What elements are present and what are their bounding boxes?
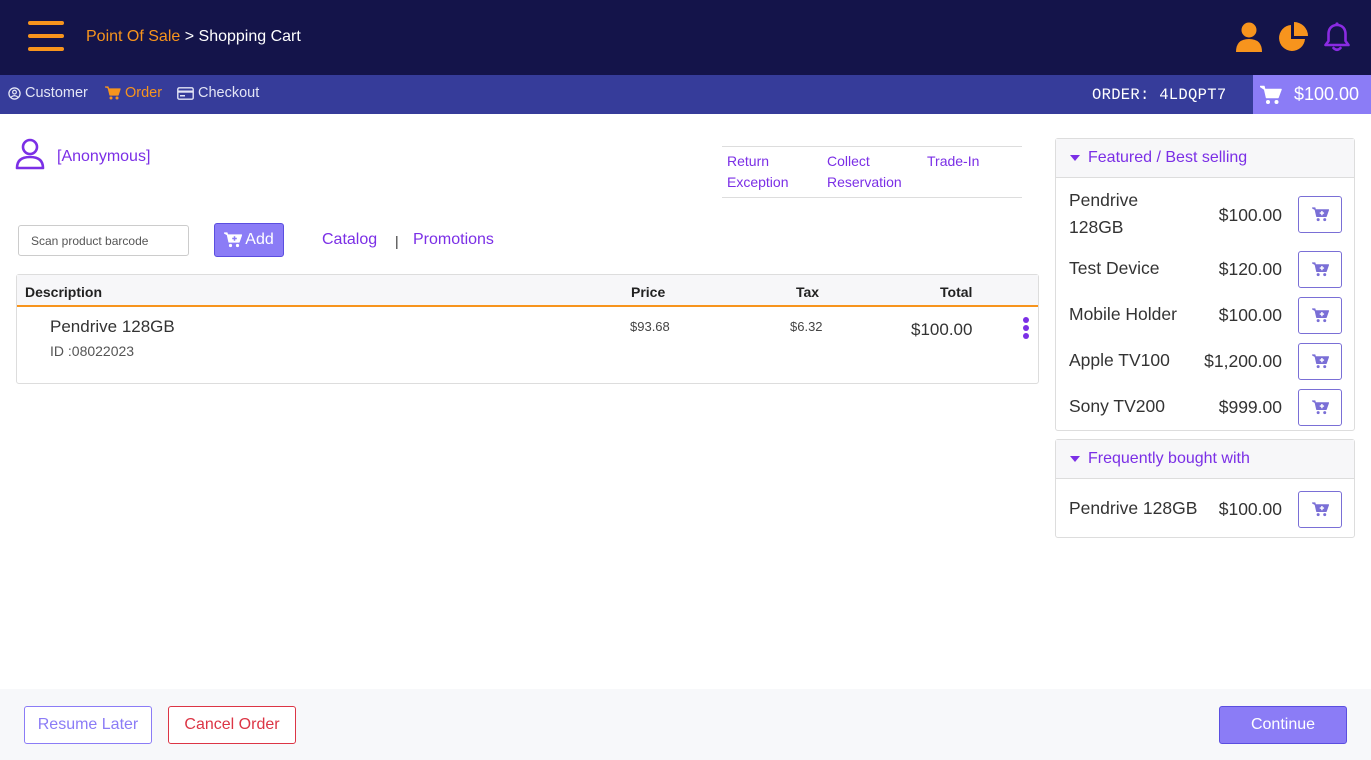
footer-bar: Resume Later Cancel Order Continue [0,689,1371,760]
cart-plus-icon [1311,308,1329,323]
add-to-cart-button[interactable] [1298,251,1342,288]
cart-icon [105,86,121,100]
customer-selector[interactable]: [Anonymous] [15,138,150,170]
featured-panel-header[interactable]: Featured / Best selling [1056,139,1354,178]
product-price: $100.00 [1218,205,1282,225]
row-price: $93.68 [630,319,670,334]
breadcrumb: Point Of Sale > Shopping Cart [86,28,301,46]
collect-reservation-link[interactable]: Collect Reservation [827,151,902,193]
cart-icon [1260,85,1282,104]
return-exception-line2: Exception [727,174,789,190]
collect-reservation-line1: Collect [827,153,870,169]
bell-icon[interactable] [1323,22,1351,52]
product-name: Mobile Holder [1069,304,1177,324]
top-header: Point Of Sale > Shopping Cart [0,0,1371,75]
credit-card-icon [177,86,194,100]
cart-plus-icon [1311,207,1329,222]
row-tax: $6.32 [790,319,823,334]
row-product-id: ID :08022023 [50,343,135,359]
return-exception-link[interactable]: Return Exception [727,151,788,193]
column-description: Description [25,284,103,300]
row-product-name: Pendrive 128GB [50,317,175,336]
add-to-cart-button[interactable] [1298,491,1342,528]
pie-chart-icon[interactable] [1277,21,1309,53]
cart-table: Description Price Tax Total Pendrive 128… [16,274,1039,384]
frequently-bought-header[interactable]: Frequently bought with [1056,440,1354,479]
promotions-link[interactable]: Promotions [413,231,494,249]
nav-checkout-label: Checkout [198,85,260,101]
cart-plus-icon [224,232,243,248]
column-price: Price [631,284,666,300]
cart-plus-icon [1311,262,1329,277]
column-total: Total [940,284,973,300]
nav-order-label: Order [125,85,163,101]
cart-plus-icon [1311,354,1329,369]
add-to-cart-button[interactable] [1298,196,1342,233]
customer-name: [Anonymous] [57,148,151,165]
add-to-cart-button[interactable] [1298,297,1342,334]
header-icons [1235,20,1351,54]
breadcrumb-separator: > [184,28,195,45]
catalog-link[interactable]: Catalog [322,231,377,249]
cart-plus-icon [1311,400,1329,415]
nav-order[interactable]: Order [105,85,162,101]
cart-table-header: Description Price Tax Total [17,275,1038,307]
user-icon[interactable] [1235,22,1263,52]
nav-customer-label: Customer [25,85,88,101]
product-name: Pendrive 128GB [1069,498,1198,518]
user-outline-icon [15,138,45,170]
cart-total-amount: $100.00 [1294,84,1360,104]
add-button-label: Add [245,231,274,248]
featured-panel: Featured / Best selling Pendrive 128GB $… [1055,138,1355,431]
frequently-bought-title: Frequently bought with [1088,450,1250,467]
cancel-order-button[interactable]: Cancel Order [168,706,296,744]
barcode-input[interactable] [18,225,189,256]
caret-down-icon [1070,155,1080,161]
add-to-cart-button[interactable] [1298,389,1342,426]
more-vertical-icon[interactable] [1022,315,1030,341]
frequently-bought-panel: Frequently bought with Pendrive 128GB $1… [1055,439,1355,538]
return-exception-line1: Return [727,153,770,169]
product-price: $999.00 [1218,397,1282,417]
cart-total-button[interactable]: $100.00 [1253,75,1371,114]
sub-navigation: Customer Order Checkout ORDER: 4LDQPT7 $… [0,75,1371,114]
collect-reservation-line2: Reservation [827,174,902,190]
nav-customer[interactable]: Customer [8,85,88,101]
breadcrumb-current: Shopping Cart [198,28,301,45]
product-name: Apple TV100 [1069,350,1170,370]
featured-title: Featured / Best selling [1088,149,1248,166]
product-name: Test Device [1069,258,1160,278]
resume-later-button[interactable]: Resume Later [24,706,152,744]
add-to-cart-button[interactable] [1298,343,1342,380]
nav-checkout[interactable]: Checkout [177,85,259,101]
cart-plus-icon [1311,502,1329,517]
breadcrumb-point-of-sale[interactable]: Point Of Sale [86,28,180,45]
caret-down-icon [1070,456,1080,462]
link-separator: | [395,233,399,249]
product-price: $100.00 [1218,305,1282,325]
product-price: $120.00 [1218,259,1282,279]
trade-in-link[interactable]: Trade-In [927,151,979,172]
continue-button[interactable]: Continue [1219,706,1347,744]
product-name: Pendrive 128GB [1069,190,1139,237]
order-actions: Return Exception Collect Reservation Tra… [722,146,1022,198]
hamburger-menu-icon[interactable] [28,21,64,53]
product-price: $1,200.00 [1204,351,1282,371]
product-price: $100.00 [1218,499,1282,519]
product-name: Sony TV200 [1069,396,1165,416]
order-code: ORDER: 4LDQPT7 [1092,86,1227,104]
column-tax: Tax [796,284,820,300]
add-product-button[interactable]: Add [214,223,284,257]
user-circle-icon [8,86,21,100]
row-total: $100.00 [911,320,973,339]
